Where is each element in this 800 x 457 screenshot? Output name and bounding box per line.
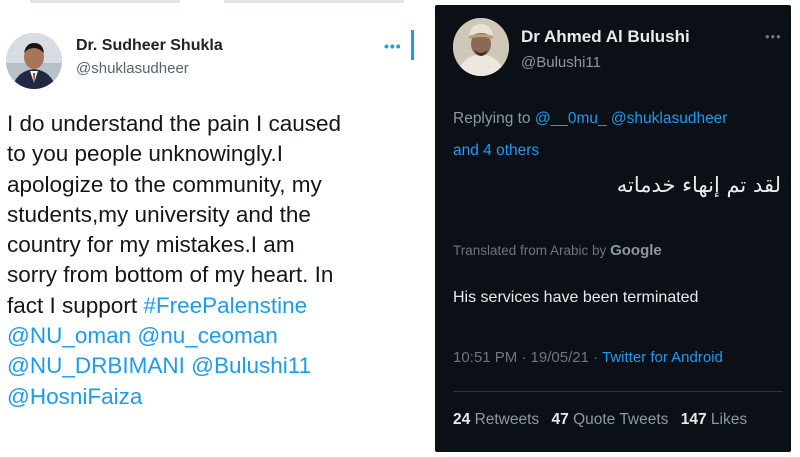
top-divider	[30, 0, 180, 3]
avatar[interactable]	[6, 33, 62, 89]
hashtag-link[interactable]: #FreePalenstine	[143, 293, 307, 318]
tweet-translation: His services have been terminated	[453, 289, 699, 306]
author-name[interactable]: Dr. Sudheer Shukla	[76, 37, 223, 55]
source-link[interactable]: Twitter for Android	[602, 349, 723, 366]
translation-attribution: Translated from Arabic by Google	[453, 242, 662, 259]
author-handle[interactable]: @Bulushi11	[521, 54, 601, 71]
tweet-card-left: Dr. Sudheer Shukla @shuklasudheer ••• I …	[0, 0, 418, 457]
reply-mentions[interactable]: @__0mu_ @shuklasudheer	[535, 110, 728, 127]
top-divider	[224, 0, 404, 3]
mention-links[interactable]: @NU_oman @nu_ceoman	[7, 323, 278, 348]
divider	[453, 391, 783, 392]
avatar[interactable]	[453, 18, 509, 76]
reply-others-link[interactable]: and 4 others	[453, 142, 539, 159]
retweets-label: Retweets	[474, 411, 540, 428]
more-options-icon[interactable]: •••	[765, 29, 782, 44]
likes-label: Likes	[710, 411, 748, 428]
tweet-text: I do understand the pain I caused to you…	[7, 109, 412, 412]
tweet-text-arabic: لقد تم إنهاء خدماته	[616, 173, 781, 197]
more-options-icon[interactable]: •••	[384, 36, 406, 56]
tweet-body: I do understand the pain I caused to you…	[7, 111, 341, 318]
quotes-count: 47	[551, 411, 569, 428]
engagement-stats: 24 Retweets 47 Quote Tweets 147 Likes	[453, 411, 747, 429]
mention-links[interactable]: @NU_DRBIMANI @Bulushi11	[7, 353, 311, 378]
translated-label: Translated from Arabic by	[453, 243, 611, 258]
scrollbar[interactable]	[411, 30, 414, 60]
author-handle[interactable]: @shuklasudheer	[76, 60, 189, 77]
retweets-count: 24	[453, 411, 471, 428]
likes-count: 147	[680, 411, 707, 428]
mention-links[interactable]: @HosniFaiza	[7, 384, 142, 409]
google-logo: Google	[610, 242, 662, 259]
quotes-label: Quote Tweets	[573, 411, 669, 428]
replying-label: Replying to	[453, 110, 535, 127]
quote-tweets-stat[interactable]: 47 Quote Tweets	[552, 411, 669, 428]
tweet-meta: 10:51 PM · 19/05/21 · Twitter for Androi…	[453, 349, 723, 366]
timestamp[interactable]: 10:51 PM · 19/05/21 ·	[453, 349, 602, 366]
author-name[interactable]: Dr Ahmed Al Bulushi	[521, 27, 690, 47]
retweets-stat[interactable]: 24 Retweets	[453, 411, 539, 428]
tweet-card-right: Dr Ahmed Al Bulushi @Bulushi11 ••• Reply…	[435, 5, 791, 452]
replying-to: Replying to @__0mu_ @shuklasudheer and 4…	[453, 103, 783, 167]
likes-stat[interactable]: 147 Likes	[681, 411, 747, 428]
